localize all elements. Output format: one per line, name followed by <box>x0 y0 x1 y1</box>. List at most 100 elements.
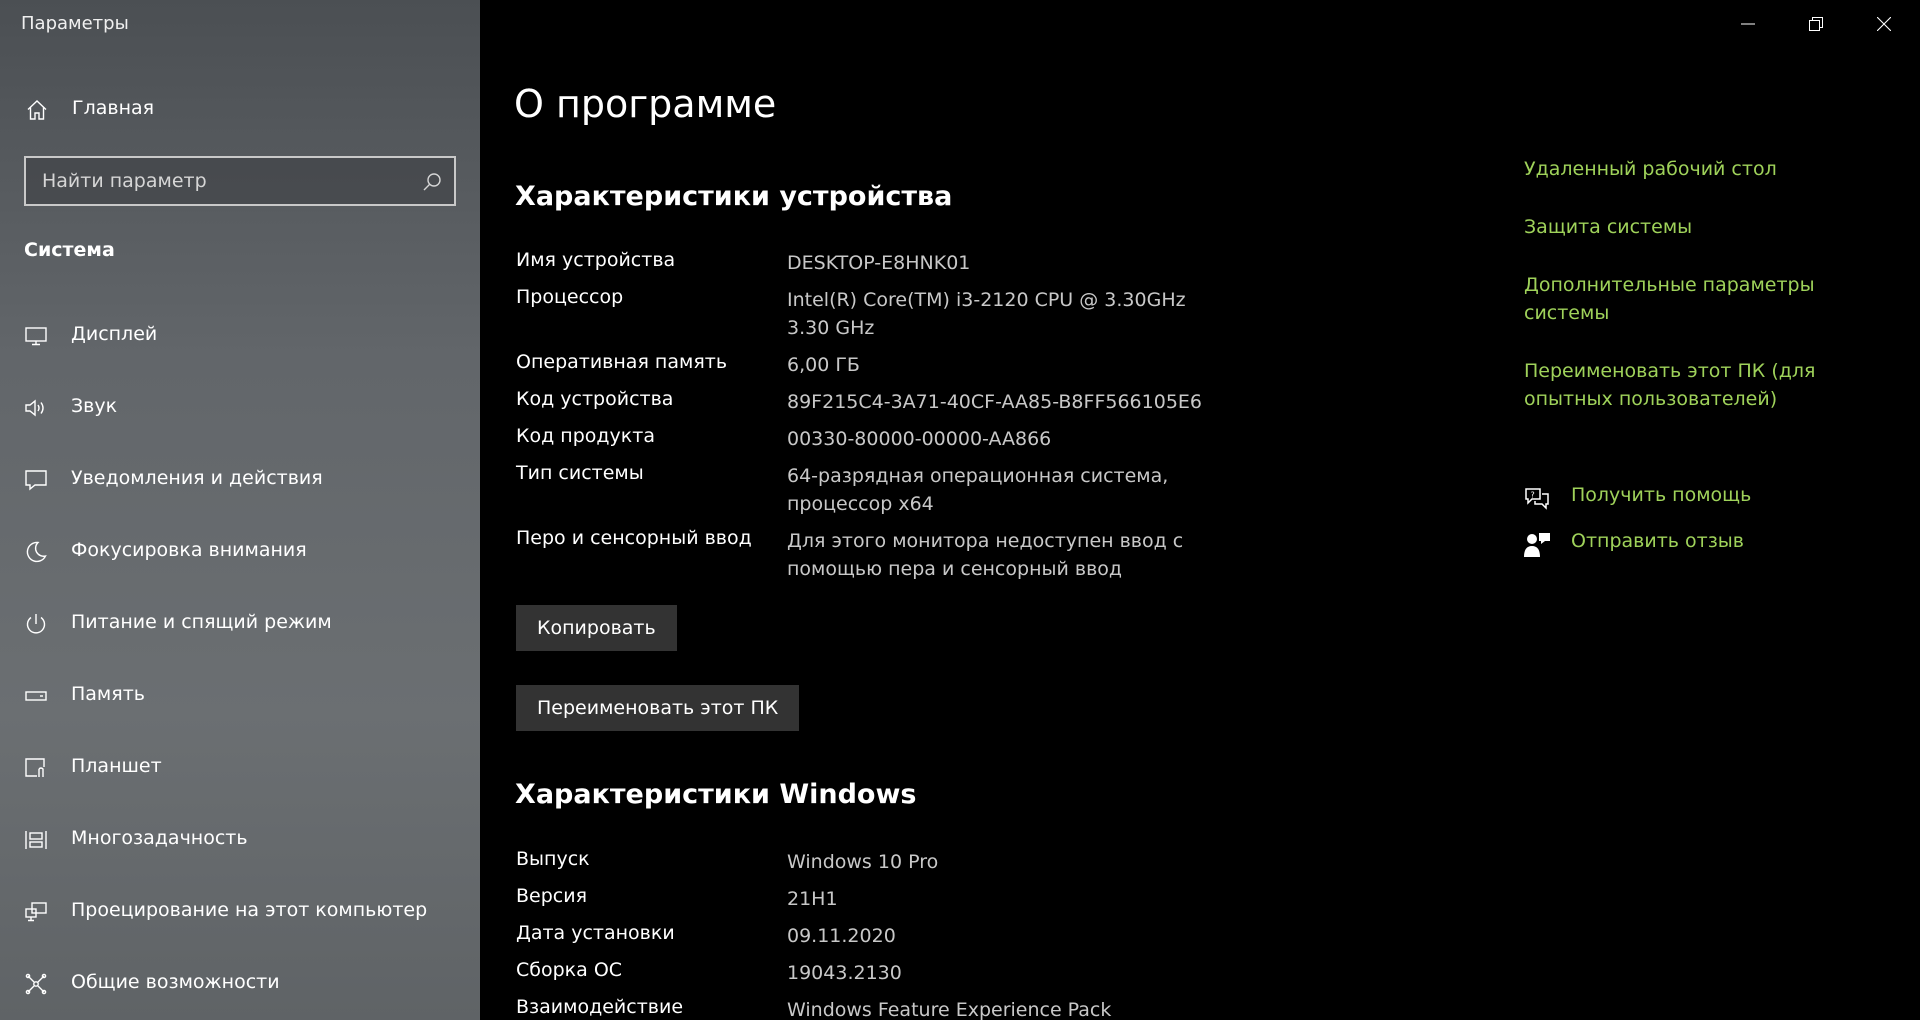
spec-value: 64-разрядная операционная система, проце… <box>787 465 1169 515</box>
sidebar-item-multitasking[interactable]: Многозадачность <box>0 814 480 886</box>
search-input[interactable] <box>42 168 402 194</box>
sidebar-item-label: Дисплей <box>71 323 158 345</box>
restore-button[interactable] <box>1782 0 1850 48</box>
sidebar-item-label: Общие возможности <box>71 971 280 993</box>
spec-row-edition: Выпуск Windows 10 Pro <box>516 848 1276 885</box>
spec-key: Код продукта <box>516 425 655 447</box>
spec-row-version: Версия 21H1 <box>516 885 1276 922</box>
sidebar-item-tablet[interactable]: Планшет <box>0 742 480 814</box>
sidebar-item-label: Память <box>71 683 145 705</box>
sidebar-item-label: Многозадачность <box>71 827 248 849</box>
sidebar-item-notifications[interactable]: Уведомления и действия <box>0 454 480 526</box>
spec-value: 21H1 <box>787 888 838 910</box>
sidebar-item-label: Звук <box>71 395 118 417</box>
spec-value: Windows Feature Experience Pack <box>787 999 1112 1020</box>
sidebar-nav: Дисплей Звук Уведомления и действия Фоку… <box>0 310 480 1020</box>
related-link-system-protection[interactable]: Защита системы <box>1524 213 1864 241</box>
sidebar-item-label: Питание и спящий режим <box>71 611 332 633</box>
related-link-label[interactable]: Переименовать этот ПК (для опытных польз… <box>1524 357 1864 413</box>
minimize-icon <box>1741 23 1755 25</box>
close-icon <box>1877 17 1891 31</box>
spec-key: Перо и сенсорный ввод <box>516 527 752 549</box>
sidebar-item-shared-experiences[interactable]: Общие возможности <box>0 958 480 1020</box>
spec-key: Взаимодействие <box>516 996 684 1018</box>
send-feedback-item[interactable]: Отправить отзыв <box>1523 530 1883 560</box>
search-icon[interactable] <box>422 172 442 192</box>
related-link-label[interactable]: Удаленный рабочий стол <box>1524 155 1864 183</box>
spec-value: Для этого монитора недоступен ввод с пом… <box>787 530 1184 580</box>
spec-value: Windows 10 Pro <box>787 851 939 873</box>
related-link-remote-desktop[interactable]: Удаленный рабочий стол <box>1524 155 1864 183</box>
sidebar-item-label: Уведомления и действия <box>71 467 323 489</box>
display-icon <box>25 327 47 346</box>
sidebar-home[interactable]: Главная <box>0 88 480 130</box>
related-link-rename-pc-advanced[interactable]: Переименовать этот ПК (для опытных польз… <box>1524 357 1864 413</box>
spec-row-ram: Оперативная память 6,00 ГБ <box>516 351 1276 388</box>
spec-value: 19043.2130 <box>787 962 902 984</box>
tablet-icon <box>25 758 45 777</box>
spec-row-install-date: Дата установки 09.11.2020 <box>516 922 1276 959</box>
close-button[interactable] <box>1850 0 1918 48</box>
moon-icon <box>26 541 47 563</box>
speaker-icon <box>25 399 44 417</box>
restore-icon <box>1809 17 1823 31</box>
related-link-label[interactable]: Защита системы <box>1524 213 1864 241</box>
sidebar-item-label: Планшет <box>71 755 162 777</box>
spec-row-product-id: Код продукта 00330-80000-00000-AA866 <box>516 425 1276 462</box>
copy-button[interactable]: Копировать <box>516 605 677 651</box>
spec-row-system-type: Тип системы 64-разрядная операционная си… <box>516 462 1276 527</box>
projecting-icon <box>25 902 47 922</box>
spec-row-pen-touch: Перо и сенсорный ввод Для этого монитора… <box>516 527 1276 592</box>
notification-icon <box>25 470 47 491</box>
sidebar-item-focus-assist[interactable]: Фокусировка внимания <box>0 526 480 598</box>
sidebar-item-display[interactable]: Дисплей <box>0 310 480 382</box>
device-specs-heading: Характеристики устройства <box>515 181 953 212</box>
spec-row-os-build: Сборка ОС 19043.2130 <box>516 959 1276 996</box>
sidebar-item-sound[interactable]: Звук <box>0 382 480 454</box>
spec-value: 00330-80000-00000-AA866 <box>787 428 1052 450</box>
rename-pc-button[interactable]: Переименовать этот ПК <box>516 685 800 731</box>
sidebar-item-label: Проецирование на этот компьютер <box>71 899 428 921</box>
multitasking-icon <box>25 831 47 849</box>
spec-key: Имя устройства <box>516 249 676 271</box>
home-icon <box>27 100 47 120</box>
spec-value: Intel(R) Core(TM) i3-2120 CPU @ 3.30GHz … <box>787 289 1186 339</box>
spec-key: Тип системы <box>516 462 644 484</box>
spec-key: Дата установки <box>516 922 675 944</box>
power-icon <box>26 614 46 634</box>
sidebar: Параметры Главная Система Дисплей Звук <box>0 0 480 1020</box>
sidebar-item-storage[interactable]: Память <box>0 670 480 742</box>
windows-specs-heading: Характеристики Windows <box>515 779 917 810</box>
spec-value: 6,00 ГБ <box>787 354 860 376</box>
spec-row-device-id: Код устройства 89F215C4-3A71-40CF-AA85-B… <box>516 388 1276 425</box>
app-title: Параметры <box>21 13 129 34</box>
spec-key: Код устройства <box>516 388 674 410</box>
shared-experiences-icon <box>25 973 47 995</box>
device-specs-list: Имя устройства DESKTOP-E8HNK01 Процессор… <box>516 249 1276 592</box>
windows-specs-list: Выпуск Windows 10 Pro Версия 21H1 Дата у… <box>516 848 1276 1020</box>
spec-value: 89F215C4-3A71-40CF-AA85-B8FF566105E6 <box>787 391 1202 413</box>
get-help-link[interactable]: Получить помощь <box>1571 484 1751 506</box>
spec-key: Сборка ОС <box>516 959 623 981</box>
send-feedback-link[interactable]: Отправить отзыв <box>1571 530 1744 552</box>
sidebar-section-title: Система <box>24 239 115 261</box>
sidebar-item-projecting[interactable]: Проецирование на этот компьютер <box>0 886 480 958</box>
sidebar-item-label: Фокусировка внимания <box>71 539 307 561</box>
get-help-item[interactable]: ? Получить помощь <box>1523 484 1883 514</box>
help-chat-icon: ? <box>1525 488 1549 510</box>
search-box[interactable] <box>24 156 456 206</box>
related-link-advanced-system-settings[interactable]: Дополнительные параметры системы <box>1524 271 1824 327</box>
spec-key: Оперативная память <box>516 351 728 373</box>
spec-key: Выпуск <box>516 848 590 870</box>
svg-text:?: ? <box>1531 491 1535 500</box>
spec-row-device-name: Имя устройства DESKTOP-E8HNK01 <box>516 249 1276 286</box>
spec-row-experience: Взаимодействие Windows Feature Experienc… <box>516 996 1276 1020</box>
spec-key: Версия <box>516 885 588 907</box>
spec-key: Процессор <box>516 286 624 308</box>
spec-value: 09.11.2020 <box>787 925 896 947</box>
feedback-icon <box>1524 533 1550 557</box>
spec-row-processor: Процессор Intel(R) Core(TM) i3-2120 CPU … <box>516 286 1276 351</box>
related-link-label[interactable]: Дополнительные параметры системы <box>1524 271 1824 327</box>
sidebar-item-power[interactable]: Питание и спящий режим <box>0 598 480 670</box>
minimize-button[interactable] <box>1714 0 1782 48</box>
